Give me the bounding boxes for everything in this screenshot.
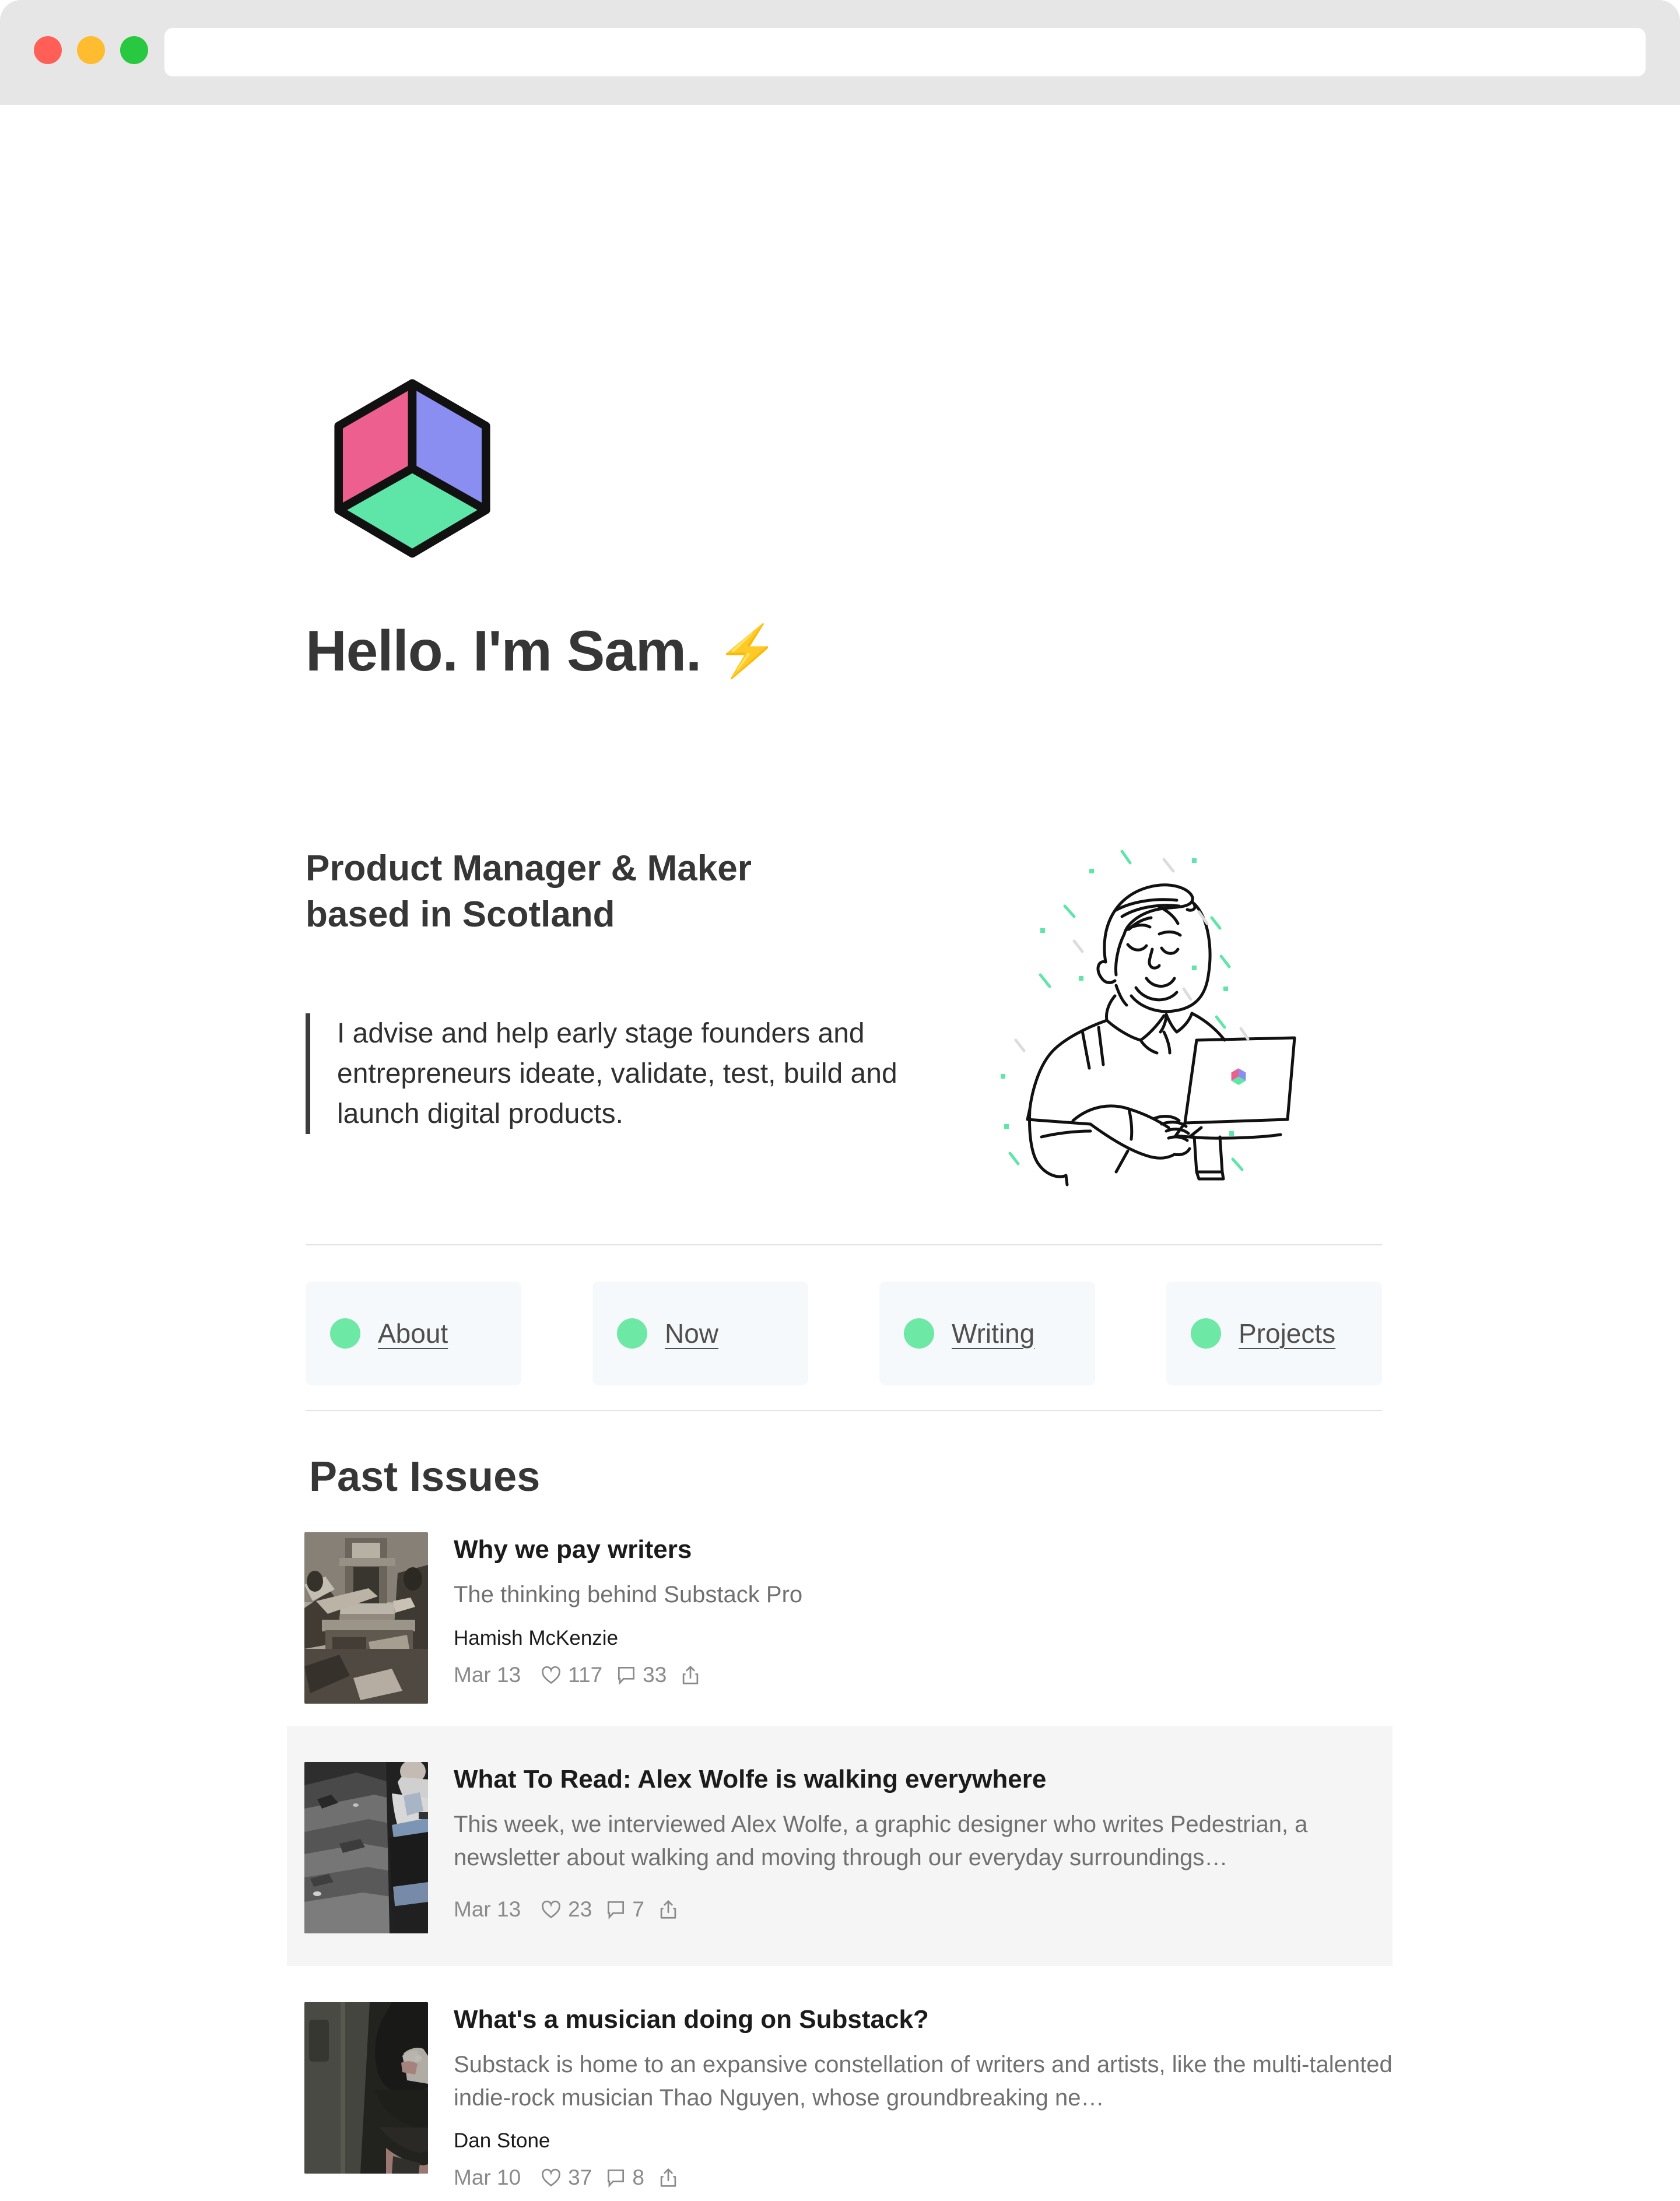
nav-card-about-label: About <box>378 1318 448 1349</box>
post-body: What's a musician doing on Substack? Sub… <box>454 2002 1393 2190</box>
nav-card-writing-label: Writing <box>952 1318 1035 1349</box>
minimize-window-button[interactable] <box>77 36 105 64</box>
subtitle-line-1: Product Manager & Maker <box>306 848 752 889</box>
thumbnail-art <box>304 2002 428 2174</box>
post-subtitle: The thinking behind Substack Pro <box>454 1581 803 1607</box>
nav-card-writing[interactable]: Writing <box>879 1282 1095 1385</box>
nav-card-about[interactable]: About <box>306 1282 521 1385</box>
nav-card-row: About Now Writing Projects <box>306 1282 1382 1385</box>
divider-above-nav <box>306 1244 1382 1245</box>
comment-group[interactable]: 8 <box>605 2165 644 2190</box>
post-subtitle: Substack is home to an expansive constel… <box>454 2051 1393 2111</box>
post-list-item[interactable]: What's a musician doing on Substack? Sub… <box>287 1966 1393 2190</box>
like-count: 23 <box>568 1897 592 1922</box>
comment-bubble-icon <box>608 2170 625 2188</box>
nav-card-projects[interactable]: Projects <box>1166 1282 1382 1385</box>
page-subtitle: Product Manager & Maker based in Scotlan… <box>306 845 889 938</box>
maximize-window-button[interactable] <box>120 36 148 64</box>
heart-icon <box>542 2169 561 2187</box>
comment-count: 7 <box>632 1897 644 1922</box>
lightning-bolt-icon: ⚡ <box>716 623 778 679</box>
subtitle-line-2: based in Scotland <box>306 894 615 935</box>
like-group[interactable]: 23 <box>539 1897 592 1922</box>
thumbnail-art <box>304 1762 428 1933</box>
man-with-laptop-illustration <box>991 845 1318 1189</box>
cube-logo <box>313 370 511 568</box>
share-icon[interactable] <box>679 1663 702 1687</box>
illustration-svg <box>1001 849 1296 1186</box>
nav-card-now[interactable]: Now <box>592 1282 808 1385</box>
like-group[interactable]: 37 <box>539 2165 592 2190</box>
dark-portrait-photo-thumbnail <box>304 2002 428 2174</box>
comment-count: 33 <box>643 1662 667 1687</box>
green-dot-icon <box>1191 1318 1221 1349</box>
post-body: Why we pay writers The thinking behind S… <box>454 1532 1393 1687</box>
url-input[interactable] <box>164 28 1646 76</box>
cube-logo-svg <box>334 379 490 558</box>
green-dot-icon <box>330 1318 360 1349</box>
post-author: Hamish McKenzie <box>454 1626 619 1649</box>
browser-chrome <box>0 0 1680 105</box>
post-list-item[interactable]: What To Read: Alex Wolfe is walking ever… <box>287 1726 1393 1966</box>
confetti-sparkles-gray <box>1014 858 1250 1052</box>
past-issues-title: Past Issues <box>309 1454 541 1500</box>
like-group[interactable]: 117 <box>539 1663 602 1687</box>
like-count: 37 <box>568 2165 592 2190</box>
nav-card-now-label: Now <box>665 1318 719 1349</box>
intro-blockquote: I advise and help early stage founders a… <box>306 1013 924 1135</box>
close-window-button[interactable] <box>34 36 62 64</box>
share-icon[interactable] <box>657 1898 679 1921</box>
nav-card-projects-label: Projects <box>1239 1318 1336 1349</box>
divider-below-nav <box>306 1410 1382 1411</box>
post-title[interactable]: Why we pay writers <box>454 1535 1393 1565</box>
post-date: Mar 13 <box>454 1897 521 1922</box>
printing-press-engraving-thumbnail <box>304 1532 428 1704</box>
comment-group[interactable]: 7 <box>605 1897 644 1922</box>
laptop-cube-logo <box>1231 1068 1246 1086</box>
comment-bubble-icon <box>618 1666 635 1685</box>
share-icon[interactable] <box>657 2166 679 2189</box>
post-date: Mar 10 <box>454 2165 521 2190</box>
green-dot-icon <box>617 1318 647 1349</box>
post-meta: Mar 10 37 8 <box>454 2165 1393 2190</box>
post-list-item[interactable]: Why we pay writers The thinking behind S… <box>287 1532 1393 1726</box>
green-dot-icon <box>904 1318 934 1349</box>
headline-text: Hello. I'm Sam. <box>306 619 702 683</box>
like-count: 117 <box>568 1662 603 1687</box>
past-issues-list: Why we pay writers The thinking behind S… <box>287 1532 1393 2190</box>
post-meta: Mar 13 117 33 <box>454 1663 1393 1687</box>
comment-count: 8 <box>632 2165 644 2190</box>
comment-group[interactable]: 33 <box>615 1663 667 1687</box>
post-author: Dan Stone <box>454 2129 550 2153</box>
post-subtitle: This week, we interviewed Alex Wolfe, a … <box>454 1811 1308 1870</box>
post-date: Mar 13 <box>454 1662 521 1687</box>
comment-bubble-icon <box>608 1901 625 1920</box>
person-on-rocks-photo-thumbnail <box>304 1762 428 1933</box>
post-body: What To Read: Alex Wolfe is walking ever… <box>454 1762 1393 1922</box>
post-title[interactable]: What To Read: Alex Wolfe is walking ever… <box>454 1764 1393 1795</box>
traffic-light-buttons <box>34 36 148 64</box>
page-headline: Hello. I'm Sam. ⚡ <box>306 618 778 684</box>
heart-icon <box>542 1666 561 1684</box>
page-content: Hello. I'm Sam. ⚡ Product Manager & Make… <box>0 105 1680 2201</box>
heart-icon <box>542 1901 561 1919</box>
post-title[interactable]: What's a musician doing on Substack? <box>454 2005 1393 2035</box>
thumbnail-art <box>304 1532 428 1704</box>
post-meta: Mar 13 23 7 <box>454 1897 1393 1922</box>
